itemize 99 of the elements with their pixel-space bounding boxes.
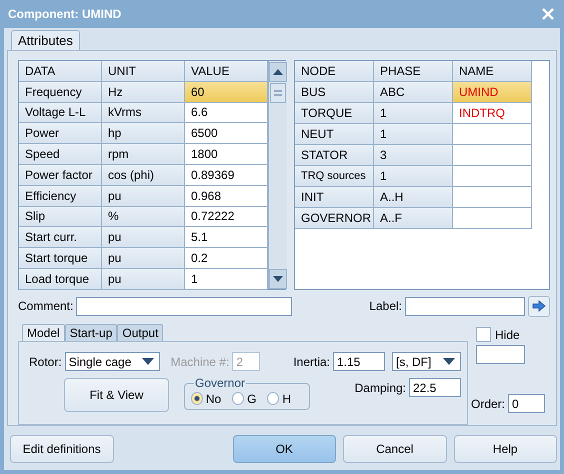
name-cell[interactable] xyxy=(453,145,532,166)
table-cell: cos (phi) xyxy=(102,164,185,186)
table-cell: STATOR xyxy=(295,145,374,166)
hide-field[interactable] xyxy=(476,345,525,364)
order-label: Order: xyxy=(471,396,506,410)
order-field[interactable]: 0 xyxy=(508,394,546,413)
table-cell: A..F xyxy=(374,208,453,229)
dialog-button[interactable]: OK xyxy=(232,435,336,463)
hide-label: Hide xyxy=(495,328,520,342)
table-cell: rpm xyxy=(102,144,185,165)
table-cell: Start torque xyxy=(19,248,102,269)
table-cell: TORQUE xyxy=(295,103,374,124)
name-cell[interactable] xyxy=(453,124,532,145)
table-cell: INIT xyxy=(295,187,374,208)
apply-button[interactable] xyxy=(528,296,550,316)
label-label: Label: xyxy=(369,299,402,313)
table-cell: 1 xyxy=(374,166,453,187)
dialog-button[interactable]: Cancel xyxy=(343,435,446,463)
rotor-label: Rotor: xyxy=(29,354,62,368)
tab[interactable]: Model xyxy=(22,324,65,341)
table-cell: ABC xyxy=(374,82,453,103)
column-header: PHASE xyxy=(374,61,453,82)
column-header: NAME xyxy=(453,61,532,82)
inertia-field[interactable]: 1.15 xyxy=(333,352,385,371)
name-cell[interactable] xyxy=(453,187,532,208)
table-cell: pu xyxy=(102,248,185,269)
name-cell[interactable] xyxy=(453,166,532,187)
dialog-button[interactable]: Help xyxy=(454,435,557,463)
scroll-thumb[interactable] xyxy=(270,83,286,103)
value-cell[interactable]: 0.89369 xyxy=(185,164,268,186)
caret-icon xyxy=(443,358,455,365)
name-cell[interactable] xyxy=(453,208,532,229)
scroll-up-icon[interactable] xyxy=(269,62,287,82)
dialog-button[interactable]: Edit definitions xyxy=(10,435,114,463)
column-header: DATA xyxy=(19,61,102,82)
governor-title: Governor xyxy=(194,376,246,390)
table-cell: 1 xyxy=(374,124,453,145)
table-cell: GOVERNOR xyxy=(295,208,374,229)
table-cell: pu xyxy=(102,268,185,290)
scroll-down-icon[interactable] xyxy=(269,269,287,289)
value-cell[interactable]: 6500 xyxy=(185,123,268,144)
comment-field[interactable] xyxy=(76,296,292,316)
value-cell[interactable]: 6.6 xyxy=(185,102,268,124)
comment-label: Comment: xyxy=(18,299,74,313)
column-header: VALUE xyxy=(185,61,268,82)
table-cell: Power xyxy=(19,123,102,144)
right-arrow-icon xyxy=(532,300,546,312)
radio-label: H xyxy=(282,392,291,406)
radio-label: G xyxy=(247,392,256,406)
table-cell: Voltage L-L xyxy=(19,102,102,124)
table-cell: hp xyxy=(102,123,185,144)
table-cell: A..H xyxy=(374,187,453,208)
table-cell: pu xyxy=(102,227,185,248)
radio-button[interactable] xyxy=(267,392,280,405)
value-cell[interactable]: 0.72222 xyxy=(185,206,268,228)
table-cell: Slip xyxy=(19,206,102,228)
radio-button[interactable] xyxy=(232,392,244,405)
inertia-label: Inertia: xyxy=(293,354,330,368)
name-cell[interactable]: INDTRQ xyxy=(453,103,532,124)
column-header: UNIT xyxy=(102,61,185,82)
window-title: Component: UMIND xyxy=(8,7,122,21)
machine-label: Machine #: xyxy=(170,354,230,368)
value-cell[interactable]: 5.1 xyxy=(185,227,268,248)
column-header: NODE xyxy=(295,61,374,82)
radio-button[interactable] xyxy=(191,392,203,405)
table-cell: Frequency xyxy=(19,82,102,103)
damping-field[interactable]: 22.5 xyxy=(409,378,461,397)
unit-dropdown[interactable]: [s, DF] xyxy=(392,352,461,371)
damping-label: Damping: xyxy=(354,380,406,394)
fit-view-button[interactable]: Fit & View xyxy=(64,378,169,412)
table-cell: kVrms xyxy=(102,102,185,124)
tab[interactable]: Start-up xyxy=(64,324,118,341)
value-cell[interactable]: 0.968 xyxy=(185,186,268,207)
table-cell: Power factor xyxy=(19,164,102,186)
value-cell[interactable]: 1 xyxy=(185,268,268,290)
table-cell: Start curr. xyxy=(19,227,102,248)
table-cell: 3 xyxy=(374,145,453,166)
label-field[interactable] xyxy=(405,296,525,316)
value-cell[interactable]: 0.2 xyxy=(185,248,268,269)
value-cell[interactable]: 60 xyxy=(185,82,268,103)
radio-label: No xyxy=(206,392,222,406)
table-cell: % xyxy=(102,206,185,228)
table-cell: BUS xyxy=(295,82,374,103)
table-cell: Efficiency xyxy=(19,186,102,207)
table-cell: NEUT xyxy=(295,124,374,145)
caret-icon xyxy=(142,358,154,365)
table-cell: pu xyxy=(102,186,185,207)
close-icon[interactable] xyxy=(542,8,554,20)
tab[interactable]: Output xyxy=(117,324,164,341)
rotor-dropdown[interactable]: Single cage xyxy=(64,352,160,371)
tab[interactable]: Attributes xyxy=(11,30,80,50)
table-cell: 1 xyxy=(374,103,453,124)
table-cell: TRQ sources xyxy=(295,166,374,187)
table-cell: Hz xyxy=(102,82,185,103)
scrollbar[interactable] xyxy=(268,61,287,289)
table-cell: Load torque xyxy=(19,268,102,290)
value-cell[interactable]: 1800 xyxy=(185,144,268,165)
table-cell: Speed xyxy=(19,144,102,165)
hide-checkbox[interactable] xyxy=(476,327,491,342)
